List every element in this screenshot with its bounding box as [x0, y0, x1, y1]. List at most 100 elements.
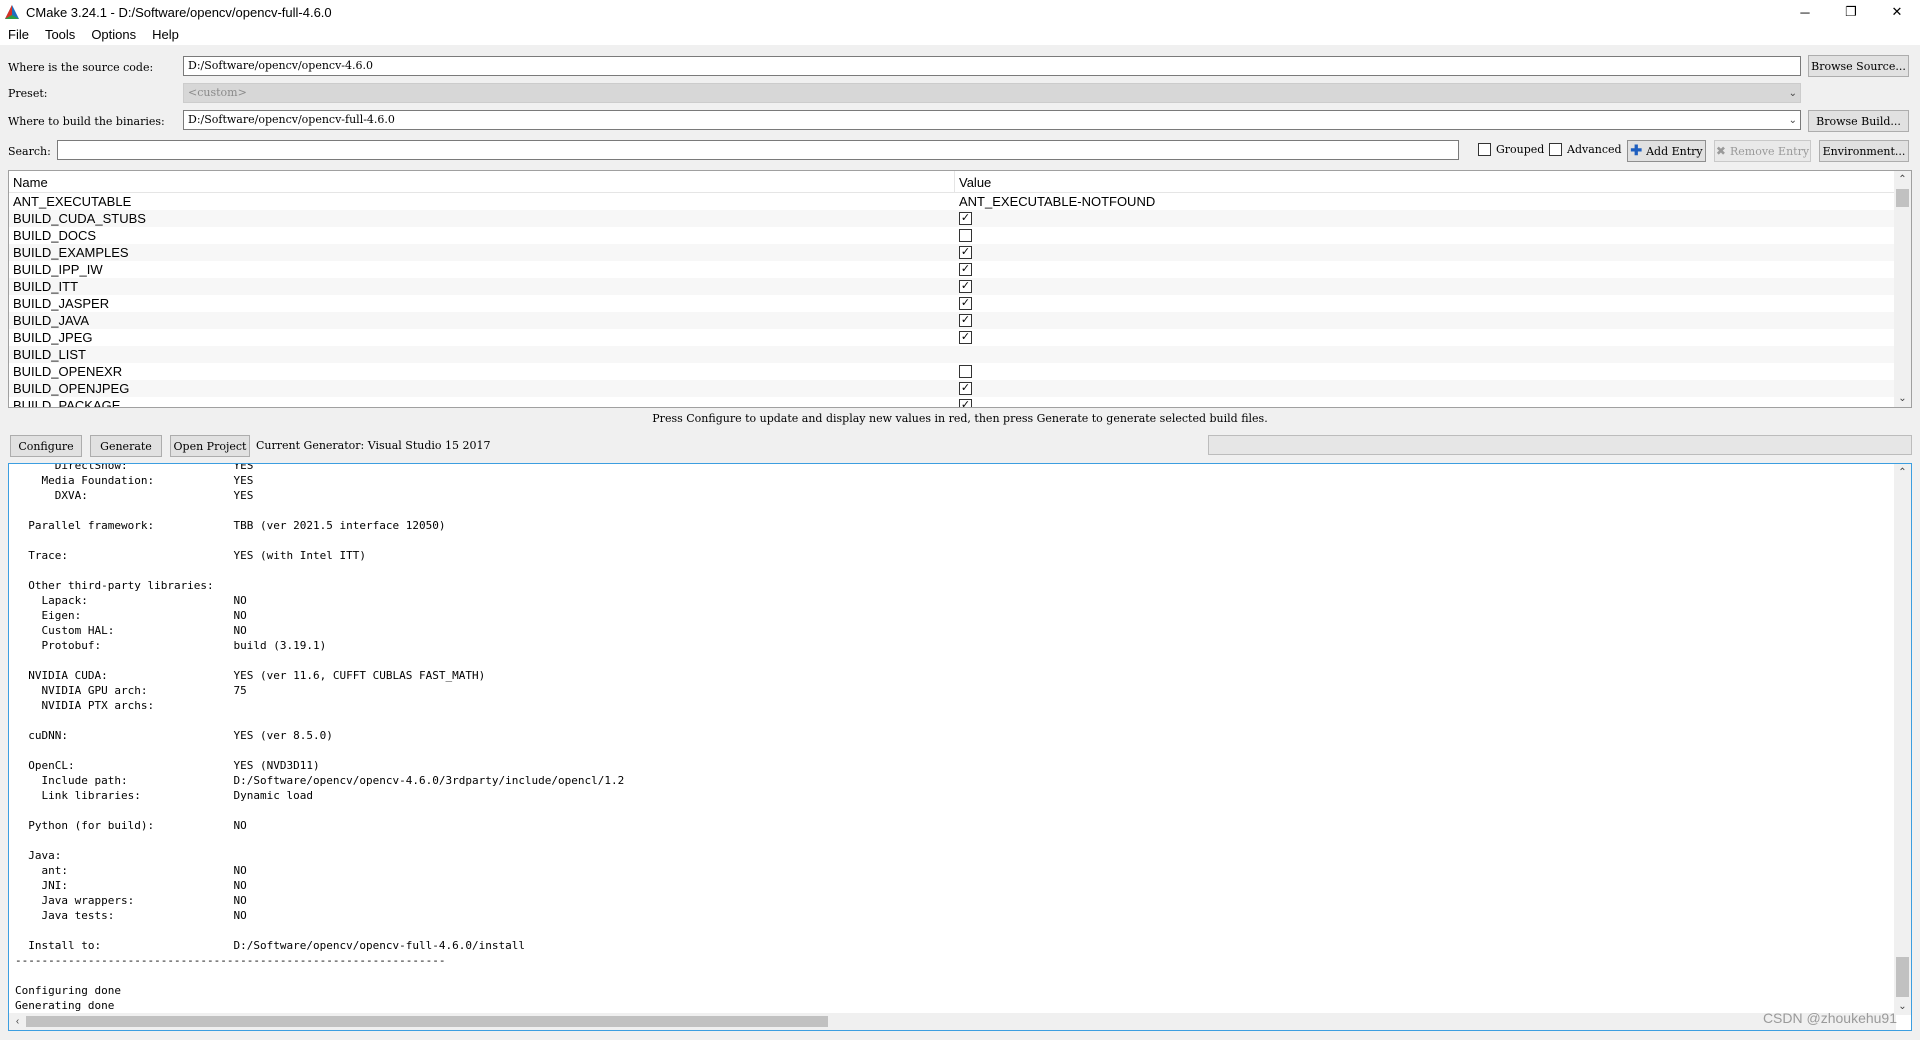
current-generator-label: Current Generator: Visual Studio 15 2017 — [256, 439, 491, 452]
column-header-name[interactable]: Name — [9, 171, 955, 192]
table-row[interactable]: BUILD_JASPER ✓ — [9, 295, 1911, 312]
scroll-thumb[interactable] — [1896, 189, 1909, 207]
checked-checkbox-icon[interactable]: ✓ — [959, 263, 972, 276]
grouped-checkbox[interactable]: Grouped — [1478, 143, 1544, 156]
table-row[interactable]: BUILD_ITT ✓ — [9, 278, 1911, 295]
source-path-input[interactable]: D:/Software/opencv/opencv-4.6.0 — [183, 56, 1801, 76]
table-row[interactable]: BUILD_LIST — [9, 346, 1911, 363]
cache-entry-value: ✓ — [955, 246, 972, 259]
build-path-combo[interactable]: D:/Software/opencv/opencv-full-4.6.0 ⌄ — [183, 110, 1801, 130]
checkbox-box[interactable] — [1549, 143, 1562, 156]
scroll-thumb[interactable] — [1896, 957, 1909, 997]
table-scrollbar[interactable]: ⌃ ⌄ — [1894, 171, 1911, 407]
cache-entry-value: ✓ — [955, 297, 972, 310]
cache-table[interactable]: Name Value ANT_EXECUTABLE ANT_EXECUTABLE-… — [8, 170, 1912, 408]
table-body: ANT_EXECUTABLE ANT_EXECUTABLE-NOTFOUND BUI… — [9, 193, 1911, 408]
menu-help[interactable]: Help — [144, 27, 187, 42]
log-line: Lapack: NO — [15, 594, 247, 607]
checked-checkbox-icon[interactable]: ✓ — [959, 314, 972, 327]
cache-entry-name: BUILD_EXAMPLES — [13, 245, 129, 260]
watermark: CSDN @zhoukehu91 — [1762, 1010, 1897, 1026]
checked-checkbox-icon[interactable]: ✓ — [959, 399, 972, 407]
add-entry-button[interactable]: ✚ Add Entry — [1627, 140, 1706, 162]
cache-entry-value: ✓ — [955, 331, 972, 344]
cache-entry-name: BUILD_OPENEXR — [13, 364, 123, 379]
close-button[interactable]: ✕ — [1874, 0, 1920, 24]
open-project-button[interactable]: Open Project — [170, 435, 250, 457]
output-text: DirectShow: YES Media Foundation: YES DX… — [15, 464, 625, 1013]
cache-entry-name: BUILD_JASPER — [13, 296, 110, 311]
remove-icon: ✖ — [1715, 144, 1726, 158]
cache-entry-value: ✓ — [955, 314, 972, 327]
log-line: ----------------------------------------… — [15, 954, 446, 967]
unchecked-checkbox-icon[interactable] — [959, 229, 972, 242]
checked-checkbox-icon[interactable]: ✓ — [959, 331, 972, 344]
scroll-down-icon[interactable]: ⌄ — [1894, 390, 1911, 407]
minimize-button[interactable]: ─ — [1782, 0, 1828, 24]
search-input[interactable] — [57, 140, 1459, 160]
hscroll-thumb[interactable] — [26, 1016, 828, 1027]
browse-build-button[interactable]: Browse Build... — [1808, 110, 1909, 132]
cache-entry-value — [955, 365, 972, 378]
cache-entry-value: ✓ — [955, 399, 972, 407]
table-row[interactable]: BUILD_PACKAGE ✓ — [9, 397, 1911, 408]
table-row[interactable]: BUILD_OPENEXR — [9, 363, 1911, 380]
log-line: Parallel framework: TBB (ver 2021.5 inte… — [15, 519, 446, 532]
cache-entry-name: BUILD_OPENJPEG — [13, 381, 130, 396]
menu-options[interactable]: Options — [83, 27, 144, 42]
generate-button[interactable]: Generate — [90, 435, 162, 457]
environment-button[interactable]: Environment... — [1819, 140, 1909, 162]
plus-icon: ✚ — [1630, 143, 1643, 159]
unchecked-checkbox-icon[interactable] — [959, 365, 972, 378]
menu-bar: File Tools Options Help — [0, 24, 1920, 46]
checked-checkbox-icon[interactable]: ✓ — [959, 280, 972, 293]
output-log[interactable]: DirectShow: YES Media Foundation: YES DX… — [8, 463, 1912, 1031]
log-line: NVIDIA PTX archs: — [15, 699, 155, 712]
table-row[interactable]: BUILD_EXAMPLES ✓ — [9, 244, 1911, 261]
scroll-left-icon[interactable]: ‹ — [9, 1013, 26, 1030]
checked-checkbox-icon[interactable]: ✓ — [959, 297, 972, 310]
cache-entry-name: BUILD_LIST — [13, 347, 86, 362]
log-line: Link libraries: Dynamic load — [15, 789, 314, 802]
scroll-up-icon[interactable]: ⌃ — [1894, 464, 1911, 481]
checked-checkbox-icon[interactable]: ✓ — [959, 382, 972, 395]
table-row[interactable]: ANT_EXECUTABLE ANT_EXECUTABLE-NOTFOUND — [9, 193, 1911, 210]
output-hscrollbar[interactable]: ‹ — [9, 1013, 1896, 1030]
table-row[interactable]: BUILD_OPENJPEG ✓ — [9, 380, 1911, 397]
menu-tools[interactable]: Tools — [37, 27, 83, 42]
configure-hint: Press Configure to update and display ne… — [652, 412, 1268, 425]
table-row[interactable]: BUILD_IPP_IW ✓ — [9, 261, 1911, 278]
build-path-value: D:/Software/opencv/opencv-full-4.6.0 — [188, 113, 395, 126]
log-line: Include path: D:/Software/opencv/opencv-… — [15, 774, 625, 787]
table-header: Name Value — [9, 171, 1911, 193]
cache-entry-name: BUILD_PACKAGE — [13, 398, 121, 408]
table-row[interactable]: BUILD_JPEG ✓ — [9, 329, 1911, 346]
restore-button[interactable]: ❐ — [1828, 0, 1874, 24]
scroll-up-icon[interactable]: ⌃ — [1894, 171, 1911, 188]
preset-label: Preset: — [8, 87, 48, 100]
column-header-value[interactable]: Value — [955, 171, 995, 192]
build-label: Where to build the binaries: — [8, 115, 165, 128]
browse-source-button[interactable]: Browse Source... — [1808, 55, 1909, 77]
window-title: CMake 3.24.1 - D:/Software/opencv/opencv… — [26, 4, 332, 20]
log-line: cuDNN: YES (ver 8.5.0) — [15, 729, 333, 742]
advanced-checkbox[interactable]: Advanced — [1549, 143, 1622, 156]
checked-checkbox-icon[interactable]: ✓ — [959, 246, 972, 259]
table-row[interactable]: BUILD_DOCS — [9, 227, 1911, 244]
checked-checkbox-icon[interactable]: ✓ — [959, 212, 972, 225]
configure-button[interactable]: Configure — [10, 435, 82, 457]
source-label: Where is the source code: — [8, 61, 154, 74]
grouped-label: Grouped — [1496, 143, 1545, 156]
checkbox-box[interactable] — [1478, 143, 1491, 156]
table-row[interactable]: BUILD_CUDA_STUBS ✓ — [9, 210, 1911, 227]
menu-file[interactable]: File — [0, 27, 37, 42]
preset-select: <custom> ⌄ — [183, 83, 1801, 103]
table-row[interactable]: BUILD_JAVA ✓ — [9, 312, 1911, 329]
cache-entry-name: BUILD_ITT — [13, 279, 79, 294]
log-line: DXVA: YES — [15, 489, 254, 502]
chevron-down-icon[interactable]: ⌄ — [1789, 114, 1797, 128]
output-scrollbar[interactable]: ⌃ ⌄ — [1894, 464, 1911, 1015]
